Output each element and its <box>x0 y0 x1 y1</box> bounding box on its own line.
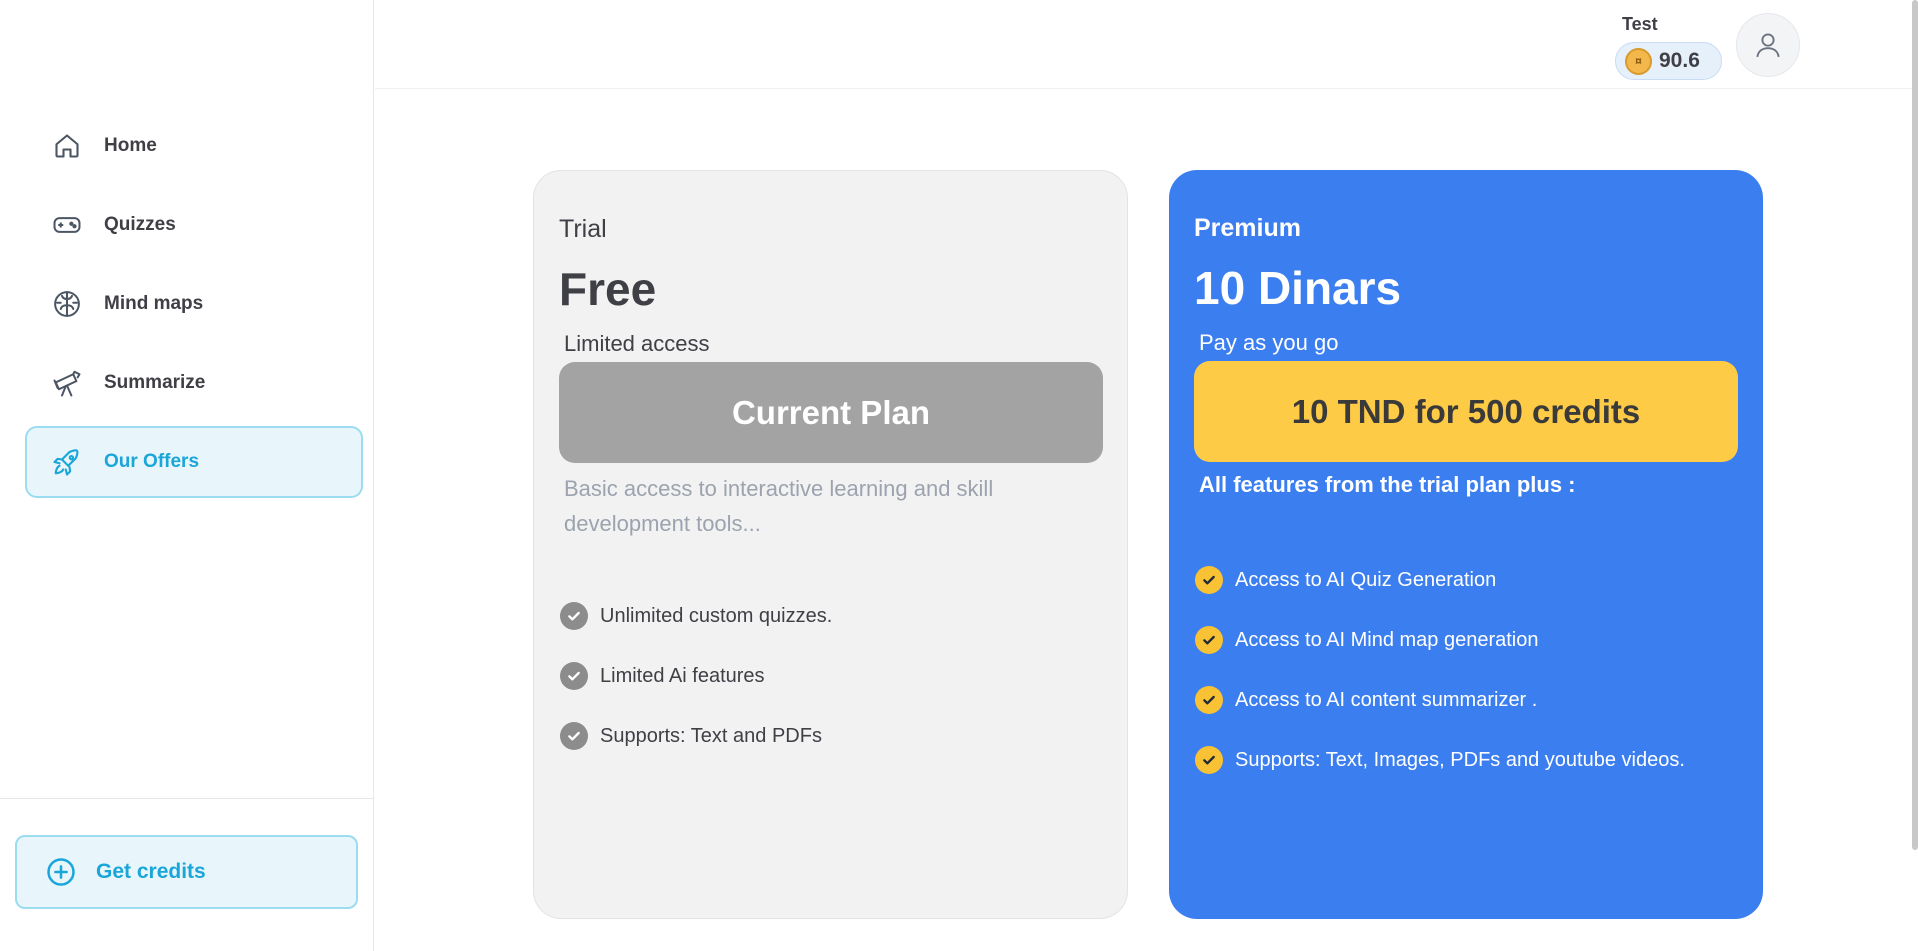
credits-balance[interactable]: ¤ 90.6 <box>1615 42 1722 80</box>
feature-text: Limited Ai features <box>600 664 765 687</box>
sidebar-nav: Home Quizzes Mind maps Summarize Our Off… <box>25 110 363 505</box>
avatar[interactable] <box>1736 13 1800 77</box>
gamepad-icon <box>51 209 83 241</box>
feature-text: Unlimited custom quizzes. <box>600 604 833 627</box>
plan-price: Free <box>559 263 657 315</box>
get-credits-label: Get credits <box>96 860 206 883</box>
plus-circle-icon <box>45 856 77 888</box>
sidebar: Home Quizzes Mind maps Summarize Our Off… <box>0 0 374 951</box>
current-plan-button[interactable]: Current Plan <box>559 362 1103 463</box>
plan-name: Premium <box>1194 214 1301 242</box>
check-icon <box>560 722 588 750</box>
list-item: Access to AI Quiz Generation <box>1195 550 1685 610</box>
sidebar-item-mind-maps[interactable]: Mind maps <box>25 268 363 340</box>
sidebar-item-label: Our Offers <box>104 451 200 472</box>
scrollbar[interactable] <box>1912 0 1918 850</box>
trial-plan-card: Trial Free Limited access Current Plan B… <box>533 170 1128 919</box>
app: Home Quizzes Mind maps Summarize Our Off… <box>0 0 1918 951</box>
list-item: Supports: Text, Images, PDFs and youtube… <box>1195 730 1685 790</box>
coin-icon: ¤ <box>1625 47 1652 75</box>
list-item: Unlimited custom quizzes. <box>560 586 832 646</box>
home-icon <box>51 130 83 162</box>
check-icon <box>560 662 588 690</box>
credits-value: 90.6 <box>1659 49 1700 72</box>
get-credits-button[interactable]: Get credits <box>15 835 358 909</box>
sidebar-item-quizzes[interactable]: Quizzes <box>25 189 363 261</box>
check-icon <box>1195 566 1223 594</box>
plan-description: All features from the trial plan plus : <box>1199 472 1576 497</box>
sidebar-item-home[interactable]: Home <box>25 110 363 182</box>
sidebar-item-label: Summarize <box>104 372 206 393</box>
list-item: Access to AI content summarizer . <box>1195 670 1685 730</box>
list-item: Supports: Text and PDFs <box>560 706 832 766</box>
plan-price: 10 Dinars <box>1194 262 1402 314</box>
telescope-icon <box>51 367 83 399</box>
feature-text: Access to AI Quiz Generation <box>1235 568 1497 591</box>
plan-name: Trial <box>559 215 607 243</box>
feature-list: Unlimited custom quizzes. Limited Ai fea… <box>560 586 832 766</box>
user-icon <box>1756 33 1780 58</box>
check-icon <box>560 602 588 630</box>
sidebar-divider <box>0 798 373 799</box>
buy-credits-button[interactable]: 10 TND for 500 credits <box>1194 361 1738 462</box>
feature-text: Supports: Text, Images, PDFs and youtube… <box>1235 748 1685 771</box>
check-icon <box>1195 626 1223 654</box>
check-icon <box>1195 686 1223 714</box>
sidebar-item-summarize[interactable]: Summarize <box>25 347 363 419</box>
rocket-icon <box>51 446 83 478</box>
plan-subtitle: Limited access <box>564 331 710 356</box>
sidebar-item-our-offers[interactable]: Our Offers <box>25 426 363 498</box>
feature-text: Access to AI content summarizer . <box>1235 688 1538 711</box>
check-icon <box>1195 746 1223 774</box>
list-item: Limited Ai features <box>560 646 832 706</box>
premium-plan-card: Premium 10 Dinars Pay as you go 10 TND f… <box>1169 170 1763 919</box>
feature-list: Access to AI Quiz Generation Access to A… <box>1195 550 1685 790</box>
user-name: Test <box>1622 14 1658 34</box>
feature-text: Supports: Text and PDFs <box>600 724 822 747</box>
feature-text: Access to AI Mind map generation <box>1235 628 1539 651</box>
sidebar-item-label: Mind maps <box>104 293 204 314</box>
plan-description: Basic access to interactive learning and… <box>564 476 994 536</box>
brain-icon <box>51 288 83 320</box>
sidebar-item-label: Quizzes <box>104 214 176 235</box>
sidebar-item-label: Home <box>104 135 157 156</box>
plan-subtitle: Pay as you go <box>1199 330 1339 355</box>
list-item: Access to AI Mind map generation <box>1195 610 1685 670</box>
